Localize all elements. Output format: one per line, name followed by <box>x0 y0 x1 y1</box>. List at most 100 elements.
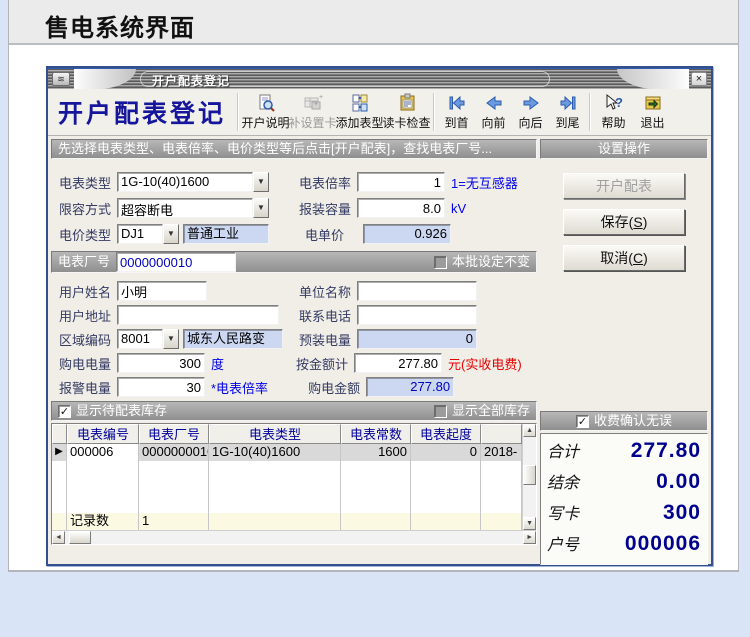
content-panel: 售电系统界面 ≋ 开户配表登记 × 开户配表登记 开户说明 * + 补设置卡 添… <box>8 0 739 572</box>
cell-factory-no[interactable]: 0000000010 <box>139 444 209 461</box>
price-type-label: 电价类型 <box>59 227 112 243</box>
go-first-icon <box>449 95 465 111</box>
total-value: 277.80 <box>630 439 701 462</box>
toolbar-separator <box>433 93 436 131</box>
factory-number-bar: 电表厂号 本批设定不变 <box>51 251 538 273</box>
go-first-button[interactable]: 到首 <box>438 90 475 134</box>
price-type-value: DJ1 <box>117 224 163 244</box>
meter-type-value: 1G-10(40)1600 <box>117 172 253 192</box>
go-next-icon <box>523 96 539 110</box>
help-icon: ? <box>606 93 623 110</box>
meter-ratio-label: 电表倍率 <box>299 175 352 191</box>
phone-input[interactable] <box>357 305 477 325</box>
limit-mode-select[interactable]: 超容断电 ▼ <box>117 198 269 218</box>
go-last-button[interactable]: 到尾 <box>549 90 586 134</box>
fee-confirm-bar: 收费确认无误 <box>540 411 708 431</box>
chevron-down-icon[interactable]: ▼ <box>253 172 269 192</box>
cell-date[interactable]: 2018- <box>481 444 523 461</box>
cell-constant[interactable]: 1600 <box>341 444 411 461</box>
grid-header-meter-no[interactable]: 电表编号 <box>67 424 139 444</box>
read-card-check-button[interactable]: 读卡检查 <box>383 90 431 134</box>
page-title: 售电系统界面 <box>45 15 195 42</box>
totals-panel: 合计 277.80 结余 0.00 写卡 300 户号 000006 <box>540 433 708 565</box>
hint-bar: 先选择电表类型、电表倍率、电价类型等后点击[开户配表]，查找电表厂号... <box>51 139 538 159</box>
toolbar-button-label: 向前 <box>481 116 506 130</box>
open-account-help-button[interactable]: 开户说明 <box>242 90 290 134</box>
factory-number-input[interactable] <box>116 252 237 272</box>
chevron-down-icon[interactable]: ▼ <box>163 329 179 349</box>
fee-confirm-checkbox[interactable] <box>576 414 589 428</box>
total-row-balance: 结余 0.00 <box>547 469 701 500</box>
right-column: 设置操作 开户配表 保存(S) 取消(C) 收费确认无误 合计 277.80 <box>540 139 708 565</box>
show-pending-stock-checkbox[interactable] <box>58 404 71 418</box>
vertical-scroll-thumb[interactable] <box>523 465 537 485</box>
capacity-label: 报装容量 <box>299 201 352 217</box>
exit-button[interactable]: 退出 <box>633 90 672 134</box>
alarm-qty-note: *电表倍率 <box>211 380 269 396</box>
unit-price-label: 电单价 <box>305 227 345 243</box>
close-icon[interactable]: × <box>691 72 707 86</box>
scroll-right-icon[interactable]: ► <box>523 531 537 544</box>
save-button[interactable]: 保存(S) <box>563 209 686 235</box>
meter-stock-grid: 电表编号 电表厂号 电表类型 电表常数 电表起度 ▶ 000006 000000… <box>51 423 538 545</box>
cell-meter-type[interactable]: 1G-10(40)1600 <box>209 444 341 461</box>
go-next-button[interactable]: 向后 <box>512 90 549 134</box>
grid-header-factory-no[interactable]: 电表厂号 <box>139 424 209 444</box>
area-code-select[interactable]: 8001 ▼ <box>117 329 179 349</box>
grid-header-extra[interactable] <box>481 424 523 444</box>
scroll-left-icon[interactable]: ◄ <box>52 531 65 544</box>
user-name-label: 用户姓名 <box>59 284 112 300</box>
buy-qty-input[interactable] <box>117 353 205 373</box>
grid-header-start-reading[interactable]: 电表起度 <box>411 424 481 444</box>
total-label: 合计 <box>547 444 580 461</box>
show-all-stock-checkbox[interactable] <box>434 404 448 418</box>
cell-start-reading[interactable]: 0 <box>411 444 481 461</box>
cancel-button[interactable]: 取消(C) <box>563 245 686 271</box>
go-previous-button[interactable]: 向前 <box>475 90 512 134</box>
account-no-label: 户号 <box>547 537 580 554</box>
write-card-label: 写卡 <box>547 506 580 523</box>
toolbar-separator <box>237 93 240 131</box>
toolbar-button-label: 帮助 <box>601 116 626 130</box>
grid-vertical-scrollbar[interactable]: ▲ ▼ <box>522 424 537 530</box>
dialog-titlebar[interactable]: ≋ 开户配表登记 × <box>48 68 711 89</box>
meter-type-select[interactable]: 1G-10(40)1600 ▼ <box>117 172 269 192</box>
record-count-value: 1 <box>139 513 209 530</box>
horizontal-scroll-thumb[interactable] <box>69 531 91 544</box>
grid-data-row[interactable]: ▶ 000006 0000000010 1G-10(40)1600 1600 0… <box>52 444 523 461</box>
go-prev-icon <box>485 96 502 110</box>
grid-header-constant[interactable]: 电表常数 <box>341 424 411 444</box>
unit-name-input[interactable] <box>357 281 477 301</box>
buy-amount-value: 277.80 <box>366 377 455 397</box>
meter-ratio-input[interactable] <box>357 172 445 192</box>
unit-price-value: 0.926 <box>363 224 451 244</box>
area-code-value: 8001 <box>117 329 163 349</box>
user-name-input[interactable] <box>117 281 207 301</box>
by-amount-input[interactable] <box>354 353 443 373</box>
dialog-title: 开户配表登记 <box>152 74 231 88</box>
grid-header-meter-type[interactable]: 电表类型 <box>209 424 341 444</box>
scroll-down-icon[interactable]: ▼ <box>523 517 537 530</box>
capacity-input[interactable] <box>357 198 445 218</box>
batch-fixed-checkbox[interactable] <box>434 255 448 269</box>
help-button[interactable]: ? 帮助 <box>594 90 633 134</box>
fee-confirm-label: 收费确认无误 <box>594 413 673 428</box>
address-input[interactable] <box>117 305 279 325</box>
preset-qty-label: 预装电量 <box>299 332 352 348</box>
chevron-down-icon[interactable]: ▼ <box>163 224 179 244</box>
add-meter-type-button[interactable]: 添加表型 <box>336 90 384 134</box>
read-card-clipboard-icon <box>400 93 415 111</box>
cell-meter-no[interactable]: 000006 <box>67 444 139 461</box>
cancel-button-key: C <box>632 250 644 266</box>
meter-registration-dialog: ≋ 开户配表登记 × 开户配表登记 开户说明 * + 补设置卡 添加表型 读卡检… <box>46 66 713 566</box>
price-type-select[interactable]: DJ1 ▼ <box>117 224 179 244</box>
chevron-down-icon[interactable]: ▼ <box>253 198 269 218</box>
scroll-up-icon[interactable]: ▲ <box>523 424 537 437</box>
phone-label: 联系电话 <box>299 308 352 324</box>
go-last-icon <box>560 95 576 111</box>
alarm-qty-input[interactable] <box>117 377 205 397</box>
grid-horizontal-scrollbar[interactable]: ◄ ► <box>52 530 537 544</box>
dialog-client-area: 先选择电表类型、电表倍率、电价类型等后点击[开户配表]，查找电表厂号... 电表… <box>48 136 711 565</box>
customer-form: 用户姓名 单位名称 用户地址 联系电话 区域编码 8001 <box>51 273 537 401</box>
save-button-text: 保存( <box>600 214 634 230</box>
